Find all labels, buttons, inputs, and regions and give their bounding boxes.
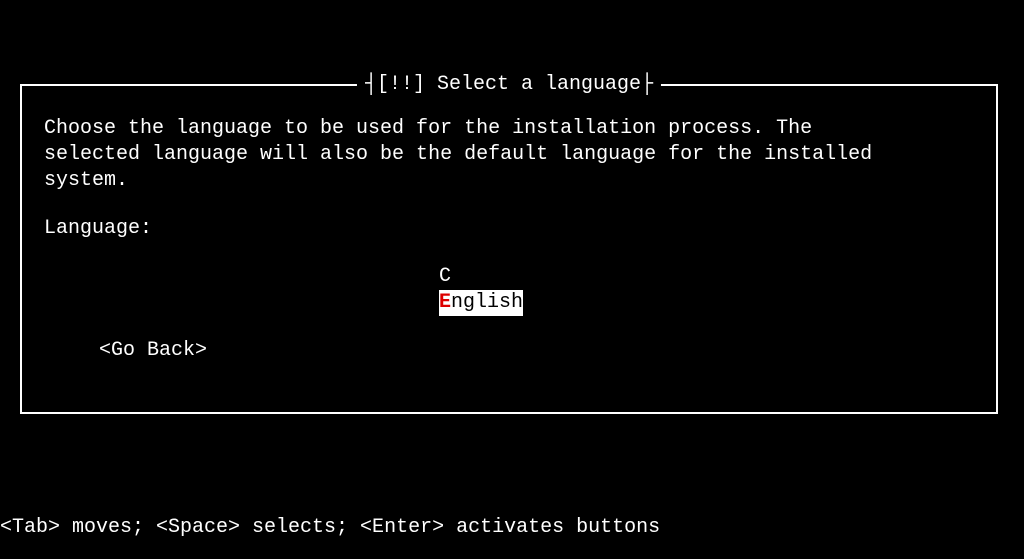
option-rest: nglish bbox=[451, 291, 523, 314]
language-option-c[interactable]: C bbox=[439, 264, 451, 290]
hotkey-letter: E bbox=[439, 291, 451, 314]
language-option-english[interactable]: English bbox=[439, 290, 523, 316]
language-list: C English bbox=[44, 264, 974, 316]
dialog-content: Choose the language to be used for the i… bbox=[22, 86, 996, 384]
footer-help-text: <Tab> moves; <Space> selects; <Enter> ac… bbox=[0, 515, 660, 541]
language-field-label: Language: bbox=[44, 216, 974, 242]
dialog-title: ┤ [!!] Select a language ├ bbox=[357, 72, 661, 98]
title-border-left: ┤ bbox=[365, 72, 377, 98]
dialog-description: Choose the language to be used for the i… bbox=[44, 116, 974, 194]
title-border-right: ├ bbox=[641, 72, 653, 98]
language-dialog: ┤ [!!] Select a language ├ Choose the la… bbox=[20, 84, 998, 414]
title-text: [!!] Select a language bbox=[377, 73, 641, 96]
go-back-button[interactable]: <Go Back> bbox=[44, 338, 974, 364]
